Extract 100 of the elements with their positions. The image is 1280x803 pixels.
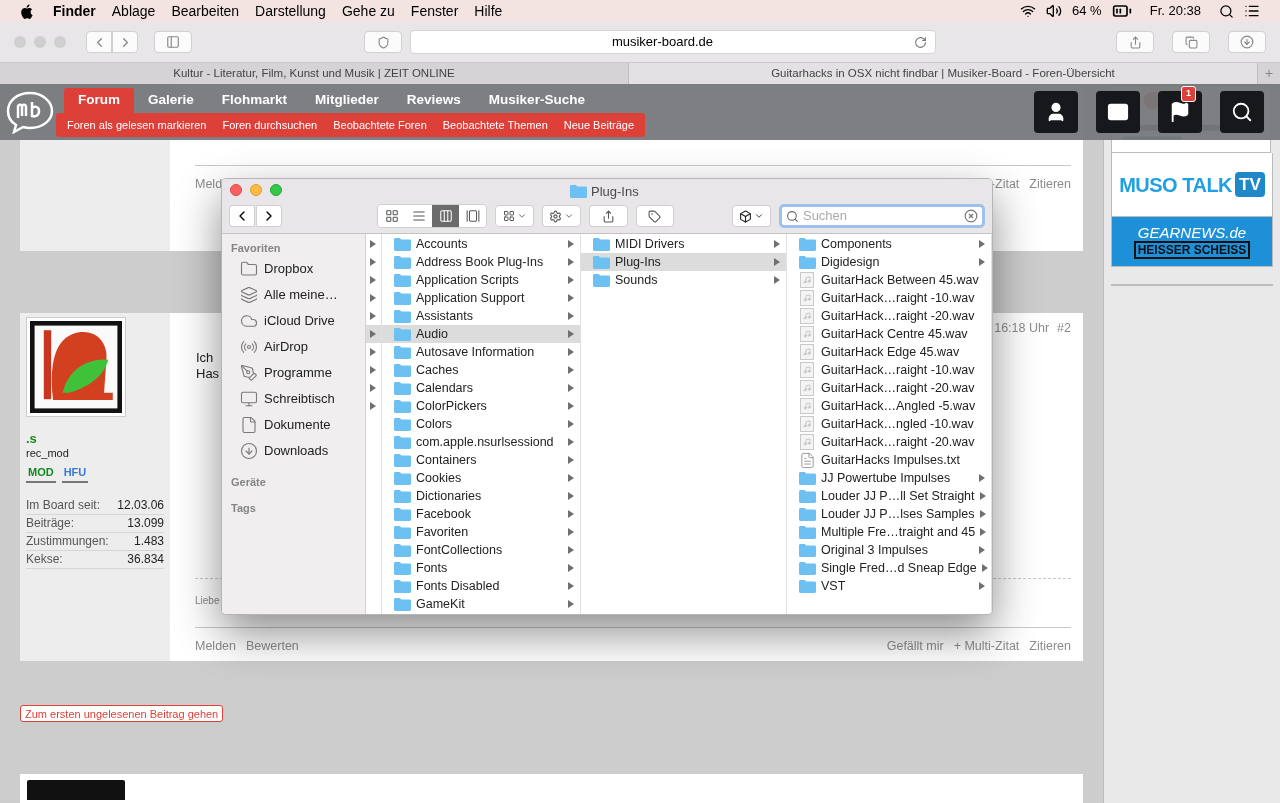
browser-tab[interactable]: Guitarhacks in OSX nicht findbar | Musiker-Board - Foren-Übersicht (629, 63, 1258, 84)
ad-banner[interactable]: MUSO TALK TV (1111, 153, 1273, 216)
account-button[interactable] (1034, 91, 1078, 133)
nav-tab[interactable]: Reviews (392, 88, 475, 113)
view-mode-button[interactable] (405, 205, 433, 227)
file-row[interactable]: Sounds (581, 271, 786, 289)
file-row[interactable]: ColorPickers (382, 397, 580, 415)
address-bar[interactable]: musiker-board.de (410, 30, 936, 54)
file-row[interactable]: GuitarHacks Impulses.txt (787, 451, 991, 469)
sidebar-item[interactable]: Programme (222, 360, 365, 386)
forward-button[interactable] (256, 205, 282, 227)
sidebar-item[interactable]: AirDrop (222, 334, 365, 360)
file-row[interactable]: Fonts Disabled (382, 577, 580, 595)
sidebar-item[interactable]: Dropbox (222, 256, 365, 282)
tag-button[interactable] (635, 205, 675, 227)
nav-tab[interactable]: Forum (64, 88, 134, 113)
file-row[interactable]: Containers (382, 451, 580, 469)
view-mode-button[interactable] (459, 205, 487, 227)
view-mode-button[interactable] (378, 205, 406, 227)
file-row[interactable]: Louder JJ P…ll Set Straight (787, 487, 991, 505)
menu-item[interactable]: Fenster (410, 0, 459, 22)
file-row[interactable]: GuitarHack…raight -20.wav (787, 379, 991, 397)
file-row[interactable]: Assistants (382, 307, 580, 325)
file-row[interactable]: Calendars (382, 379, 580, 397)
file-row[interactable]: Dictionaries (382, 487, 580, 505)
nav-tab[interactable]: Musiker-Suche (474, 88, 599, 113)
nav-tab[interactable]: Galerie (134, 88, 208, 113)
file-row[interactable]: Autosave Information (382, 343, 580, 361)
search-button[interactable] (1220, 91, 1264, 133)
downloads-button[interactable] (1228, 31, 1266, 53)
file-row[interactable]: Application Scripts (382, 271, 580, 289)
nav-tab[interactable]: Mitglieder (301, 88, 393, 113)
menu-item[interactable]: Gehe zu (341, 0, 395, 22)
file-row[interactable]: Application Support (382, 289, 580, 307)
sidebar-item[interactable]: Dokumente (222, 412, 365, 438)
subnav-link[interactable]: Beobachtete Themen (434, 116, 556, 134)
view-switcher[interactable] (377, 204, 488, 228)
file-row[interactable]: MIDI Drivers (581, 235, 786, 253)
subnav-link[interactable]: Foren durchsuchen (214, 116, 326, 134)
action-button[interactable] (542, 205, 581, 227)
file-row[interactable]: GuitarHack…raight -20.wav (787, 307, 991, 325)
file-row[interactable]: Cookies (382, 469, 580, 487)
view-mode-button[interactable] (432, 205, 460, 227)
sidebar-item[interactable]: Downloads (222, 438, 365, 464)
browser-tab[interactable]: Kultur - Literatur, Film, Kunst und Musik | ZEIT ONLINE (0, 63, 629, 84)
file-row[interactable]: Favoriten (382, 523, 580, 541)
file-row[interactable]: Plug-Ins (581, 253, 786, 271)
file-row[interactable]: Accounts (382, 235, 580, 253)
search-input[interactable]: Suchen (802, 206, 960, 226)
wifi-icon[interactable] (1020, 3, 1037, 19)
file-row[interactable]: Components (787, 235, 991, 253)
file-row[interactable]: FontCollections (382, 541, 580, 559)
file-row[interactable]: GuitarHack…raight -10.wav (787, 289, 991, 307)
subnav-link[interactable]: Neue Beiträge (555, 116, 643, 134)
share-button[interactable] (588, 205, 628, 227)
mail-button[interactable] (1096, 91, 1140, 133)
file-row[interactable]: Original 3 Impulses (787, 541, 991, 559)
disclosure-row[interactable] (366, 325, 381, 343)
file-row[interactable]: GameKit (382, 595, 580, 613)
menu-item[interactable]: Bearbeiten (171, 0, 240, 22)
sidebar-item[interactable]: Alle meine… (222, 282, 365, 308)
file-row[interactable]: com.apple.nsurlsessiond (382, 433, 580, 451)
file-row[interactable]: GuitarHack…ngled -10.wav (787, 415, 991, 433)
ad-banner[interactable]: GEARNEWS.de HEISSER SCHEISS (1111, 216, 1273, 267)
post-action-link[interactable]: Melden (195, 636, 236, 656)
site-logo[interactable] (5, 90, 55, 134)
menu-icon[interactable] (1244, 3, 1260, 19)
menu-item[interactable]: Finder (53, 0, 96, 22)
subnav-link[interactable]: Beobachtete Foren (325, 116, 435, 134)
menu-item[interactable]: Hilfe (474, 0, 503, 22)
file-row[interactable]: Address Book Plug-Ins (382, 253, 580, 271)
close-button[interactable] (230, 184, 242, 196)
file-row[interactable]: Facebook (382, 505, 580, 523)
file-row[interactable]: Multiple Fre…traight and 45 (787, 523, 991, 541)
search-icon[interactable] (1219, 3, 1234, 19)
file-row[interactable]: GuitarHack…raight -10.wav (787, 361, 991, 379)
flag-button[interactable] (1158, 91, 1202, 133)
apple-menu-icon[interactable] (20, 3, 33, 19)
file-row[interactable]: Single Fred…d Sneap Edge (787, 559, 991, 577)
file-row[interactable]: Fonts (382, 559, 580, 577)
file-row[interactable]: Louder JJ P…lses Samples (787, 505, 991, 523)
sidebar-item[interactable]: Schreibtisch (222, 386, 365, 412)
search-field[interactable]: Suchen (778, 204, 985, 228)
volume-icon[interactable] (1046, 3, 1063, 19)
menu-item[interactable]: Ablage (111, 0, 156, 22)
file-row[interactable]: GuitarHack Between 45.wav (787, 271, 991, 289)
file-row[interactable]: GuitarHack…raight -20.wav (787, 433, 991, 451)
nav-tab[interactable]: Flohmarkt (207, 88, 302, 113)
menu-item[interactable]: Darstellung (255, 0, 326, 22)
back-button[interactable] (229, 205, 255, 227)
file-row[interactable]: GuitarHack Centre 45.wav (787, 325, 991, 343)
file-row[interactable]: Colors (382, 415, 580, 433)
unread-post-button[interactable]: Zum ersten ungelesenen Beitrag gehen (20, 705, 224, 722)
dropbox-button[interactable] (732, 205, 771, 227)
file-row[interactable]: Caches (382, 361, 580, 379)
file-row[interactable]: GuitarHack Edge 45.wav (787, 343, 991, 361)
file-row[interactable]: Digidesign (787, 253, 991, 271)
arrange-button[interactable] (495, 205, 535, 227)
post-action-link[interactable]: Meld (195, 175, 223, 194)
file-row[interactable]: VST (787, 577, 991, 595)
